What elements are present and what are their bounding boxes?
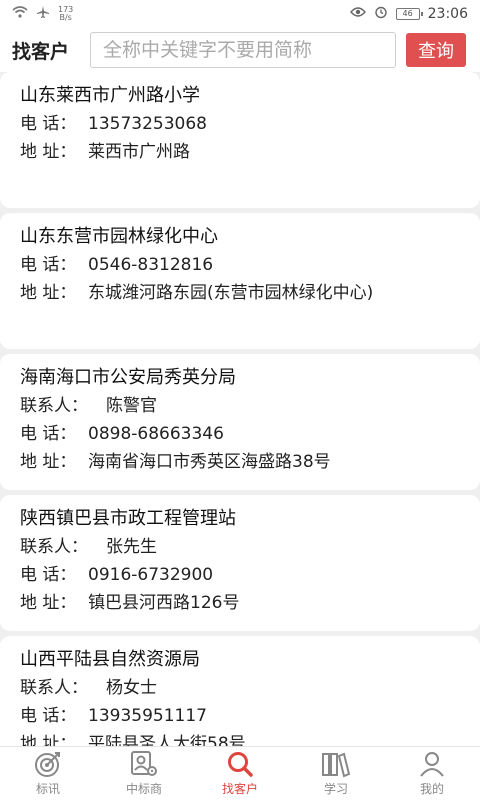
contact-label: 联系人：: [20, 396, 88, 416]
address-value: 莱西市广州路: [88, 142, 190, 162]
phone-row: 电 话： 0898-68663346: [20, 422, 460, 446]
nav-label: 标讯: [35, 782, 60, 796]
address-value: 平陆县圣人大街58号: [88, 734, 246, 746]
contact-label: 联系人：: [20, 678, 88, 698]
phone-value: 0546-8312816: [88, 255, 214, 275]
search-icon: [228, 752, 253, 777]
person-icon: [420, 752, 444, 777]
contact-label: 联系人：: [20, 537, 88, 557]
page-title: 找客户: [12, 40, 70, 63]
address-label: 地 址：: [20, 142, 77, 162]
phone-row: 电 话： 0916-6732900: [20, 563, 460, 587]
address-value: 海南省海口市秀英区海盛路38号: [88, 452, 331, 472]
address-row: 地 址： 镇巴县河西路126号: [20, 591, 460, 615]
phone-row: 电 话： 0546-8312816: [20, 253, 460, 277]
address-row: 地 址： 海南省海口市秀英区海盛路38号: [20, 450, 460, 474]
nav-item-zhaokehu[interactable]: 找客户: [192, 747, 288, 800]
address-value: 镇巴县河西路126号: [88, 593, 240, 613]
search-header: 找客户 查询: [0, 28, 480, 72]
customer-list[interactable]: 山东莱西市广州路小学 电 话： 13573253068 地 址： 莱西市广州路 山东…: [0, 72, 480, 746]
address-row: 地 址： 平陆县圣人大街58号: [20, 732, 460, 746]
contact-value: 杨女士: [106, 678, 157, 698]
list-item[interactable]: 山东东营市园林绿化中心 电 话： 0546-8312816 地 址： 东城潍河路东园…: [0, 213, 480, 349]
customer-name: 陕西镇巴县市政工程管理站: [20, 508, 236, 529]
contact-row: 联系人： 张先生: [20, 535, 460, 559]
customer-name: 山东莱西市广州路小学: [20, 85, 200, 106]
address-value: 东城潍河路东园(东营市园林绿化中心): [88, 283, 374, 303]
battery-icon: 46: [395, 8, 423, 20]
books-icon: [322, 752, 351, 778]
phone-label: 电 话：: [20, 114, 77, 134]
address-label: 地 址：: [20, 593, 77, 613]
nav-label: 我的: [419, 782, 444, 796]
nav-item-xuexi[interactable]: 学习: [288, 747, 384, 800]
list-item[interactable]: 山东莱西市广州路小学 电 话： 13573253068 地 址： 莱西市广州路: [0, 72, 480, 208]
bottom-nav: 标讯 中标商 找客户 学习 我的: [0, 746, 480, 800]
list-item[interactable]: 山西平陆县自然资源局 联系人： 杨女士 电 话： 13935951117 地 址： 平…: [0, 636, 480, 746]
clock: 23:06: [427, 6, 468, 22]
address-label: 地 址：: [20, 452, 77, 472]
search-button[interactable]: 查询: [406, 33, 466, 67]
contact-value: 张先生: [106, 537, 157, 557]
search-input[interactable]: [90, 32, 396, 68]
nav-item-wode[interactable]: 我的: [384, 747, 480, 800]
nav-label: 找客户: [221, 782, 258, 796]
list-item[interactable]: 海南海口市公安局秀英分局 联系人： 陈警官 电 话： 0898-68663346 地…: [0, 354, 480, 490]
contact-row: 联系人： 陈警官: [20, 394, 460, 418]
wifi-icon: [12, 6, 28, 22]
address-row: 地 址： 东城潍河路东园(东营市园林绿化中心): [20, 281, 460, 305]
list-item[interactable]: 陕西镇巴县市政工程管理站 联系人： 张先生 电 话： 0916-6732900 地 …: [0, 495, 480, 631]
nav-item-zhongbiaoshang[interactable]: 中标商: [96, 747, 192, 800]
nav-label: 中标商: [125, 782, 162, 796]
phone-value: 0916-6732900: [88, 565, 214, 585]
address-label: 地 址：: [20, 283, 77, 303]
contact-row: 联系人： 杨女士: [20, 676, 460, 700]
target-icon: [35, 752, 60, 777]
phone-label: 电 话：: [20, 255, 77, 275]
status-bar: 173 B/s 46 23:06: [0, 0, 480, 28]
eye-icon: [349, 6, 366, 22]
phone-value: 13935951117: [88, 706, 207, 726]
nav-label: 学习: [323, 782, 348, 796]
airplane-icon: [36, 5, 50, 23]
contact-value: 陈警官: [106, 396, 157, 416]
alarm-icon: [374, 5, 388, 23]
speed-unit: B/s: [59, 13, 72, 22]
contacts-gear-icon: [131, 751, 157, 776]
address-row: 地 址： 莱西市广州路: [20, 140, 460, 164]
phone-value: 0898-68663346: [88, 424, 224, 444]
phone-value: 13573253068: [88, 114, 207, 134]
customer-name: 山西平陆县自然资源局: [20, 649, 200, 670]
phone-label: 电 话：: [20, 706, 77, 726]
network-speed: 173 B/s: [58, 6, 73, 22]
phone-row: 电 话： 13573253068: [20, 112, 460, 136]
phone-row: 电 话： 13935951117: [20, 704, 460, 728]
address-label: 地 址：: [20, 734, 77, 746]
phone-label: 电 话：: [20, 565, 77, 585]
nav-item-biaoxun[interactable]: 标讯: [0, 747, 96, 800]
customer-name: 海南海口市公安局秀英分局: [20, 367, 236, 388]
phone-label: 电 话：: [20, 424, 77, 444]
customer-name: 山东东营市园林绿化中心: [20, 226, 218, 247]
